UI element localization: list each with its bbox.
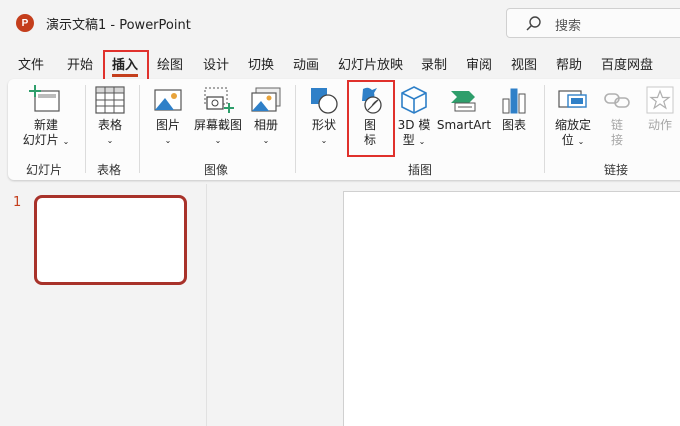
search-icon (525, 15, 543, 37)
group-separator (295, 85, 296, 173)
group-separator (85, 85, 86, 173)
group-label-images: 图像 (204, 163, 229, 177)
tab-record[interactable]: 录制 (421, 54, 447, 73)
action-label: 动作 (647, 118, 672, 132)
screenshot-label: 屏幕截图 (193, 118, 242, 132)
chart-label: 图表 (501, 118, 526, 132)
pane-splitter[interactable] (206, 184, 207, 426)
picture-icon (152, 89, 184, 118)
slide-canvas[interactable] (343, 191, 680, 426)
group-label-illustrations: 插图 (408, 163, 433, 177)
chevron-down-icon: ⌄ (418, 137, 426, 146)
tab-draw[interactable]: 绘图 (157, 54, 183, 73)
photo-album-button[interactable]: 相册 ⌄ (246, 85, 286, 148)
tab-file[interactable]: 文件 (18, 54, 44, 73)
action-star-icon (645, 86, 675, 118)
tab-help[interactable]: 帮助 (556, 54, 582, 73)
screenshot-button[interactable]: 屏幕截图 ⌄ (192, 85, 244, 148)
new-slide-label-2: 幻灯片 ⌄ (18, 133, 74, 149)
new-slide-label-2-text: 幻灯片 (22, 133, 59, 147)
new-slide-button[interactable]: 新建 幻灯片 ⌄ (18, 85, 74, 149)
tab-transitions[interactable]: 切换 (248, 54, 274, 73)
link-label-1: 链 (610, 118, 623, 132)
bar-chart-icon (498, 88, 530, 118)
chevron-down-icon: ⌄ (262, 136, 270, 145)
new-slide-icon (29, 85, 63, 118)
powerpoint-logo-icon: P (16, 14, 34, 32)
shapes-label: 形状 (311, 118, 336, 132)
action-button[interactable]: 动作 (644, 85, 676, 133)
tab-review[interactable]: 审阅 (466, 54, 492, 73)
tab-home[interactable]: 开始 (67, 54, 93, 73)
ribbon-tabs: 文件 开始 插入 绘图 设计 切换 动画 幻灯片放映 录制 审阅 视图 帮助 百… (0, 46, 680, 80)
3d-models-label-1: 3D 模 (397, 118, 431, 132)
tab-view[interactable]: 视图 (511, 54, 537, 73)
zoom-icon (556, 90, 590, 118)
title-bar: P 演示文稿1 - PowerPoint 搜索 (0, 0, 680, 46)
search-placeholder: 搜索 (555, 19, 582, 34)
group-label-links: 链接 (604, 163, 629, 177)
pictures-label: 图片 (155, 118, 180, 132)
tab-design[interactable]: 设计 (203, 54, 229, 73)
shapes-icon (308, 88, 340, 118)
3d-models-label-2: 型 ⌄ (392, 133, 436, 149)
new-slide-label-1: 新建 (33, 118, 58, 132)
tab-slideshow[interactable]: 幻灯片放映 (338, 54, 403, 73)
smartart-icon (447, 91, 481, 118)
group-label-slides: 幻灯片 (26, 163, 63, 177)
tab-animations[interactable]: 动画 (293, 54, 319, 73)
link-label-2: 接 (610, 133, 623, 147)
pictures-button[interactable]: 图片 ⌄ (146, 85, 190, 148)
group-separator (139, 85, 140, 173)
chevron-down-icon: ⌄ (577, 137, 585, 146)
table-label: 表格 (97, 118, 122, 132)
chevron-down-icon: ⌄ (320, 136, 328, 145)
slide-thumbnail[interactable] (34, 195, 187, 285)
tab-baidu-netdisk[interactable]: 百度网盘 (601, 54, 653, 73)
table-button[interactable]: 表格 ⌄ (90, 85, 130, 148)
icons-button-highlight (347, 80, 395, 157)
chevron-down-icon: ⌄ (214, 136, 222, 145)
insert-tab-highlight (103, 50, 149, 82)
chevron-down-icon: ⌄ (106, 136, 114, 145)
photo-album-icon (250, 87, 282, 118)
search-input[interactable]: 搜索 (506, 8, 680, 38)
chevron-down-icon: ⌄ (62, 137, 70, 146)
3d-models-button[interactable]: 3D 模 型 ⌄ (392, 85, 436, 149)
shapes-button[interactable]: 形状 ⌄ (304, 85, 344, 148)
smartart-button[interactable]: SmartArt (436, 85, 492, 133)
zoom-label-1: 缩放定 (554, 118, 591, 132)
group-label-tables: 表格 (97, 163, 122, 177)
cube-3d-icon (398, 86, 430, 118)
zoom-label-2: 位 ⌄ (550, 133, 596, 149)
photo-album-label: 相册 (253, 118, 278, 132)
chart-button[interactable]: 图表 (496, 85, 532, 133)
group-separator (544, 85, 545, 173)
chevron-down-icon: ⌄ (164, 136, 172, 145)
slide-number: 1 (13, 195, 22, 210)
zoom-label-2-text: 位 (561, 133, 574, 147)
zoom-button[interactable]: 缩放定 位 ⌄ (550, 85, 596, 149)
screenshot-icon (201, 87, 235, 118)
window-title: 演示文稿1 - PowerPoint (46, 18, 191, 33)
3d-models-label-2-text: 型 (402, 133, 415, 147)
table-icon (94, 86, 126, 118)
ribbon-insert: 新建 幻灯片 ⌄ 幻灯片 表格 ⌄ 表格 图片 ⌄ 屏幕截图 ⌄ 相册 ⌄ 图像… (8, 79, 680, 180)
link-icon (602, 93, 632, 118)
link-button[interactable]: 链 接 (602, 85, 632, 148)
smartart-label: SmartArt (436, 118, 492, 132)
